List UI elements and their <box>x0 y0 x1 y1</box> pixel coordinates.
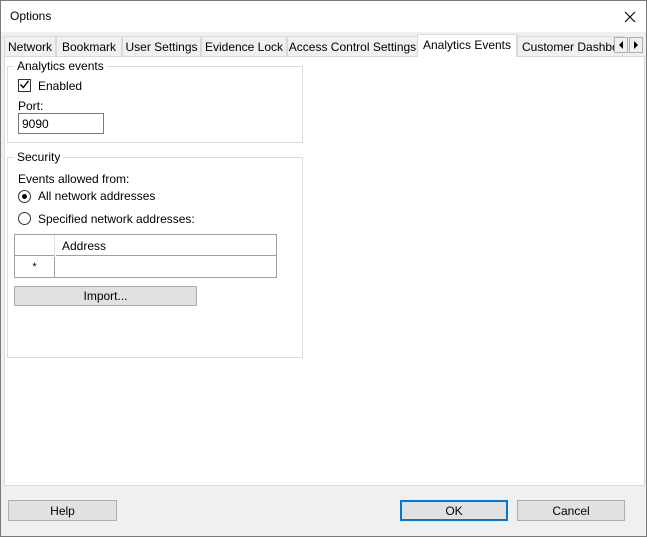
options-dialog: Options Network Bookmark User Settings E… <box>0 0 647 537</box>
tab-label: Network <box>7 40 52 54</box>
chevron-left-icon <box>618 38 624 52</box>
all-network-addresses-radio[interactable] <box>18 190 31 203</box>
address-new-cell[interactable] <box>56 257 276 278</box>
tab-customer-dashboard[interactable]: Customer Dashboard <box>517 36 623 56</box>
security-group: Security Events allowed from: All networ… <box>7 150 303 358</box>
specified-network-addresses-label: Specified network addresses: <box>38 212 195 226</box>
title-bar: Options <box>1 1 646 32</box>
close-button[interactable] <box>614 1 646 32</box>
specified-network-addresses-radio[interactable] <box>18 212 31 225</box>
help-button[interactable]: Help <box>8 500 117 521</box>
tab-analytics-events[interactable]: Analytics Events <box>417 34 517 57</box>
grid-corner-header <box>15 235 55 256</box>
tab-label: Analytics Events <box>422 38 512 52</box>
port-input[interactable] <box>18 113 104 134</box>
tab-access-control-settings[interactable]: Access Control Settings <box>287 36 418 56</box>
events-allowed-from-label: Events allowed from: <box>18 172 130 186</box>
tab-strip: Network Bookmark User Settings Evidence … <box>4 34 645 57</box>
chevron-right-icon <box>633 38 639 52</box>
checkmark-icon <box>19 79 30 93</box>
tab-evidence-lock[interactable]: Evidence Lock <box>201 36 287 56</box>
enabled-checkbox[interactable] <box>18 79 31 92</box>
ok-button[interactable]: OK <box>400 500 508 521</box>
analytics-events-group-title: Analytics events <box>14 59 107 73</box>
close-icon <box>624 11 636 23</box>
security-group-title: Security <box>14 150 64 164</box>
analytics-events-group: Analytics events Enabled Port: <box>7 59 303 143</box>
address-column-header[interactable]: Address <box>56 235 276 256</box>
tab-label: Customer Dashboard <box>522 40 622 54</box>
tab-label: Bookmark <box>61 40 117 54</box>
analytics-events-page: Analytics events Enabled Port: Security … <box>4 56 645 486</box>
tab-label: Access Control Settings <box>288 40 417 54</box>
port-label: Port: <box>18 99 44 113</box>
enabled-label: Enabled <box>38 79 83 93</box>
window-title: Options <box>10 9 52 23</box>
tab-scroll-left-button[interactable] <box>614 37 628 53</box>
tab-scroll-right-button[interactable] <box>629 37 643 53</box>
tab-label: Evidence Lock <box>204 40 284 54</box>
address-grid[interactable]: Address * <box>14 234 277 278</box>
tab-network[interactable]: Network <box>4 36 56 56</box>
all-network-addresses-label: All network addresses <box>38 189 156 203</box>
import-button[interactable]: Import... <box>14 286 197 306</box>
cancel-button[interactable]: Cancel <box>517 500 625 521</box>
new-row-marker[interactable]: * <box>15 257 55 278</box>
tab-label: User Settings <box>125 40 198 54</box>
tab-bookmark[interactable]: Bookmark <box>56 36 122 56</box>
tab-user-settings[interactable]: User Settings <box>122 36 201 56</box>
